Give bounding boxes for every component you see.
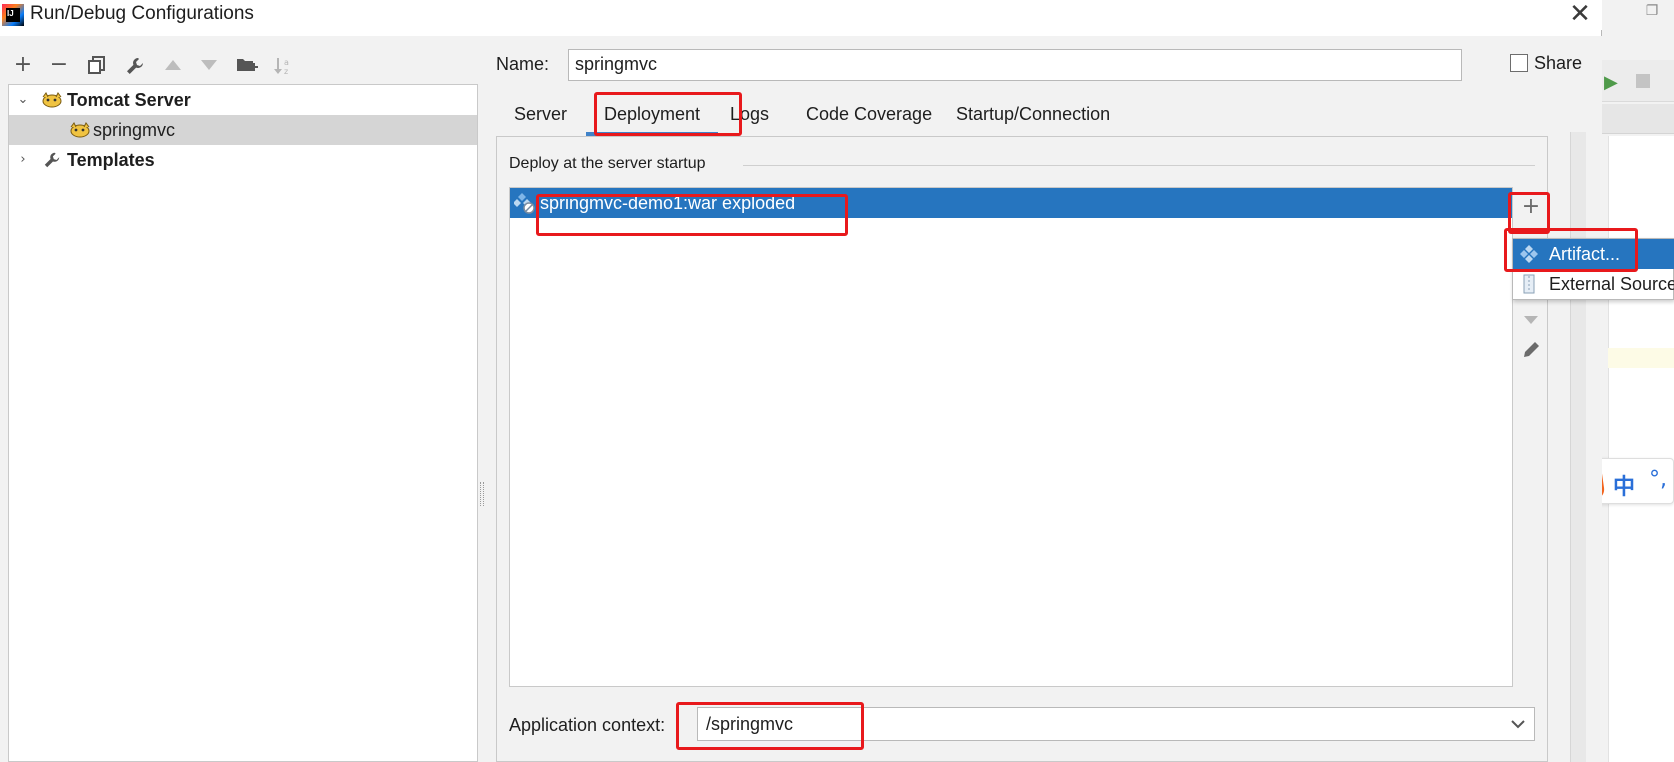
app-context-combo[interactable]: /springmvc xyxy=(697,707,1535,741)
app-context-value: /springmvc xyxy=(706,714,794,734)
chevron-right-icon[interactable]: › xyxy=(15,145,31,175)
screen: ❐ ▶ S 中 °, IJ Run/Debug Configurations ✕… xyxy=(0,0,1674,762)
stop-icon[interactable] xyxy=(1636,74,1650,88)
dialog-body: + − az ⌄ Tomcat Server springmvc › Templ… xyxy=(0,36,1602,762)
intellij-logo-icon: IJ xyxy=(2,4,24,26)
copy-config-button[interactable] xyxy=(82,50,112,80)
app-context-label: Application context: xyxy=(509,715,666,735)
tree-label: Templates xyxy=(67,150,155,170)
new-folder-button[interactable] xyxy=(232,50,262,80)
artifact-icon xyxy=(1520,245,1538,263)
copy-icon xyxy=(88,56,105,74)
checkbox-box[interactable] xyxy=(1510,54,1528,72)
tomcat-icon xyxy=(42,92,62,108)
name-label: Name: xyxy=(496,54,550,74)
tab-startup-connection[interactable]: Startup/Connection xyxy=(938,96,1128,136)
config-tabs: Server Deployment Logs Code Coverage Sta… xyxy=(496,96,1596,136)
tree-node-tomcat-server[interactable]: ⌄ Tomcat Server xyxy=(9,85,477,115)
move-up-button[interactable] xyxy=(158,50,188,80)
tab-server[interactable]: Server xyxy=(496,96,585,136)
edit-defaults-button[interactable] xyxy=(120,50,150,80)
restore-window-icon[interactable]: ❐ xyxy=(1642,0,1662,20)
background-editor xyxy=(1608,136,1674,762)
wrench-icon xyxy=(44,152,60,168)
folder-plus-icon xyxy=(237,59,258,71)
artifact-label: springmvc-demo1:war exploded xyxy=(540,193,796,213)
deploy-list[interactable]: springmvc-demo1:war exploded xyxy=(509,187,1513,687)
arrow-down-icon xyxy=(1524,316,1538,324)
ime-language-toggle[interactable]: 中 xyxy=(1613,469,1635,501)
list-item[interactable]: springmvc-demo1:war exploded xyxy=(510,188,1512,218)
title-bar[interactable]: IJ Run/Debug Configurations ✕ xyxy=(0,0,1602,30)
name-field[interactable]: springmvc xyxy=(568,49,1462,81)
artifact-icon xyxy=(514,193,535,214)
edit-deployment-button[interactable] xyxy=(1517,339,1545,367)
splitter-handle[interactable] xyxy=(480,482,484,506)
run-icon[interactable]: ▶ xyxy=(1604,72,1618,93)
add-config-button[interactable]: + xyxy=(8,50,38,80)
background-tab-strip xyxy=(1600,104,1674,134)
svg-text:z: z xyxy=(284,67,288,76)
archive-icon xyxy=(1523,274,1535,294)
wrench-icon xyxy=(127,58,143,74)
move-down-button[interactable] xyxy=(194,50,224,80)
svg-text:a: a xyxy=(284,58,289,67)
section-title: Deploy at the server startup xyxy=(509,155,706,172)
remove-config-button[interactable]: − xyxy=(44,50,74,80)
tab-logs[interactable]: Logs xyxy=(712,96,787,136)
tab-code-coverage[interactable]: Code Coverage xyxy=(788,96,950,136)
menu-item-external-source[interactable]: External Source xyxy=(1513,269,1674,299)
arrow-down-icon xyxy=(201,60,217,70)
section-divider xyxy=(743,165,1535,166)
arrow-up-icon xyxy=(165,60,181,70)
window-title: Run/Debug Configurations xyxy=(30,3,254,24)
menu-item-label: External Source xyxy=(1549,274,1674,294)
run-debug-dialog: IJ Run/Debug Configurations ✕ + − a z ⌄ … xyxy=(0,0,1602,762)
deployment-panel: Deploy at the server startup springmvc-d… xyxy=(496,136,1548,762)
vertical-scrollbar[interactable] xyxy=(1570,132,1586,762)
share-checkbox[interactable]: Share xyxy=(1510,53,1582,77)
move-down-button[interactable] xyxy=(1517,305,1545,333)
tab-deployment[interactable]: Deployment xyxy=(586,96,719,136)
ime-punctuation-toggle[interactable]: °, xyxy=(1649,467,1667,492)
add-deployment-button[interactable]: + xyxy=(1517,193,1545,221)
chevron-down-icon[interactable]: ⌄ xyxy=(15,85,31,115)
menu-item-artifact[interactable]: Artifact... xyxy=(1513,239,1674,269)
config-tree: ⌄ Tomcat Server springmvc › Templates xyxy=(8,84,478,762)
menu-item-label: Artifact... xyxy=(1549,244,1621,264)
add-deployment-popup-menu: Artifact... External Source xyxy=(1512,238,1674,300)
tree-label: Tomcat Server xyxy=(67,90,191,110)
share-label: Share xyxy=(1534,53,1583,73)
sort-alpha-icon: az xyxy=(274,58,289,76)
background-ide-window: ❐ ▶ xyxy=(1600,0,1674,762)
background-highlight-line xyxy=(1608,348,1674,368)
chevron-down-icon xyxy=(1511,720,1525,729)
config-toolbar: + − az xyxy=(8,50,468,80)
tree-node-templates[interactable]: › Templates xyxy=(9,145,477,175)
tomcat-icon xyxy=(70,122,90,138)
sort-button[interactable]: az xyxy=(268,50,298,80)
pencil-icon xyxy=(1524,342,1539,357)
close-button[interactable]: ✕ xyxy=(1560,0,1600,30)
tree-node-springmvc[interactable]: springmvc xyxy=(9,115,477,145)
tree-label: springmvc xyxy=(93,120,176,140)
